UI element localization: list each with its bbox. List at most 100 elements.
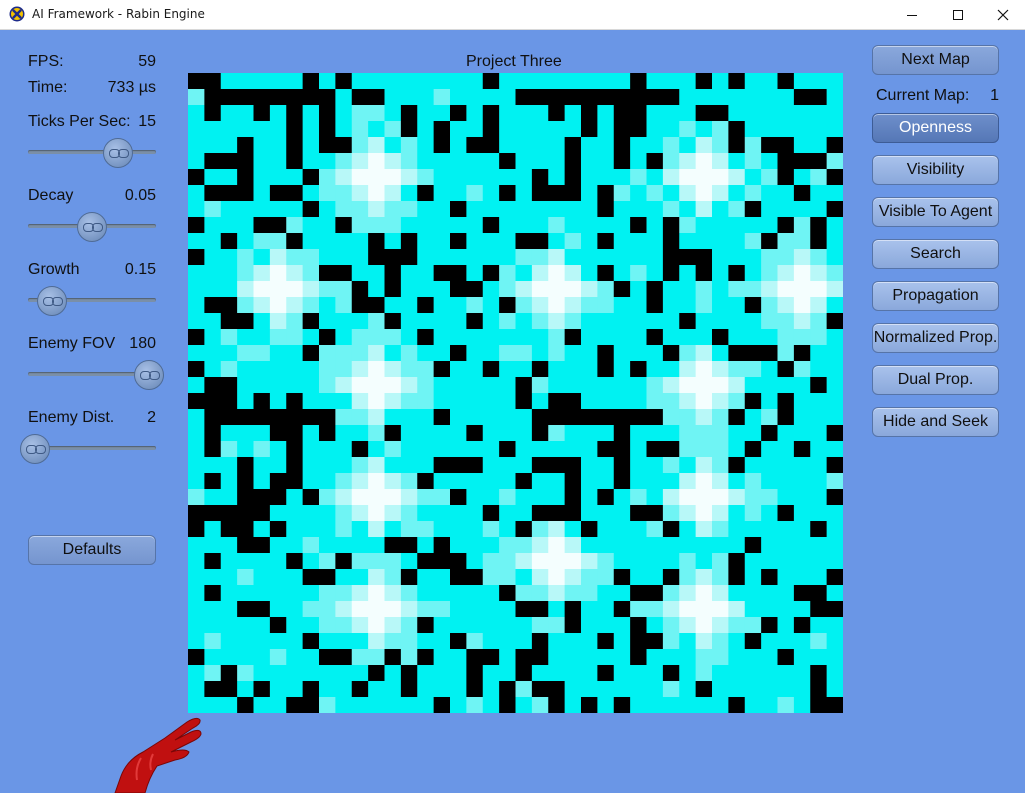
grid-cell[interactable] xyxy=(400,265,418,282)
grid-cell[interactable] xyxy=(515,697,533,714)
grid-cell[interactable] xyxy=(744,425,762,442)
grid-cell[interactable] xyxy=(351,425,369,442)
grid-cell[interactable] xyxy=(368,361,386,378)
grid-cell[interactable] xyxy=(679,153,697,170)
grid-cell[interactable] xyxy=(810,121,828,138)
grid-cell[interactable] xyxy=(564,201,582,218)
grid-cell[interactable] xyxy=(613,537,631,554)
grid-cell[interactable] xyxy=(662,473,680,490)
grid-cell[interactable] xyxy=(548,489,566,506)
grid-cell[interactable] xyxy=(613,521,631,538)
grid-cell[interactable] xyxy=(761,473,779,490)
grid-cell[interactable] xyxy=(286,313,304,330)
grid-cell[interactable] xyxy=(433,281,451,298)
grid-cell[interactable] xyxy=(335,537,353,554)
grid-cell[interactable] xyxy=(695,377,713,394)
grid-cell[interactable] xyxy=(597,153,615,170)
grid-cell[interactable] xyxy=(581,73,598,90)
grid-cell[interactable] xyxy=(548,521,566,538)
grid-cell[interactable] xyxy=(368,681,386,698)
grid-cell[interactable] xyxy=(761,553,779,570)
grid-cell[interactable] xyxy=(613,281,631,298)
grid-cell[interactable] xyxy=(335,585,353,602)
grid-cell[interactable] xyxy=(368,537,386,554)
grid-cell[interactable] xyxy=(761,249,779,266)
grid-cell[interactable] xyxy=(646,409,664,426)
grid-cell[interactable] xyxy=(433,121,451,138)
grid-cell[interactable] xyxy=(630,681,648,698)
grid-cell[interactable] xyxy=(548,265,566,282)
grid-cell[interactable] xyxy=(220,457,238,474)
grid-cell[interactable] xyxy=(630,393,648,410)
grid-cell[interactable] xyxy=(450,121,467,138)
grid-cell[interactable] xyxy=(220,569,238,586)
grid-cell[interactable] xyxy=(302,521,320,538)
grid-cell[interactable] xyxy=(302,249,320,266)
grid-cell[interactable] xyxy=(581,121,598,138)
grid-cell[interactable] xyxy=(204,649,222,666)
grid-cell[interactable] xyxy=(826,201,844,218)
grid-cell[interactable] xyxy=(466,153,484,170)
grid-cell[interactable] xyxy=(351,137,369,154)
grid-cell[interactable] xyxy=(400,601,418,618)
grid-cell[interactable] xyxy=(777,345,795,362)
grid-cell[interactable] xyxy=(646,105,664,122)
grid-cell[interactable] xyxy=(188,73,205,90)
grid-cell[interactable] xyxy=(531,473,549,490)
grid-cell[interactable] xyxy=(417,633,435,650)
grid-cell[interactable] xyxy=(810,505,828,522)
grid-cell[interactable] xyxy=(597,361,615,378)
grid-cell[interactable] xyxy=(220,409,238,426)
grid-cell[interactable] xyxy=(335,329,353,346)
grid-cell[interactable] xyxy=(728,89,746,106)
grid-cell[interactable] xyxy=(630,537,648,554)
grid-cell[interactable] xyxy=(777,281,795,298)
grid-cell[interactable] xyxy=(744,265,762,282)
grid-cell[interactable] xyxy=(662,201,680,218)
grid-cell[interactable] xyxy=(630,297,648,314)
grid-cell[interactable] xyxy=(499,121,517,138)
grid-cell[interactable] xyxy=(695,89,713,106)
grid-cell[interactable] xyxy=(662,633,680,650)
grid-cell[interactable] xyxy=(793,425,811,442)
grid-cell[interactable] xyxy=(433,153,451,170)
grid-cell[interactable] xyxy=(335,681,353,698)
grid-cell[interactable] xyxy=(646,537,664,554)
grid-cell[interactable] xyxy=(597,569,615,586)
grid-cell[interactable] xyxy=(466,649,484,666)
grid-cell[interactable] xyxy=(793,665,811,682)
grid-cell[interactable] xyxy=(482,393,500,410)
grid-cell[interactable] xyxy=(400,281,418,298)
grid-cell[interactable] xyxy=(335,185,353,202)
grid-cell[interactable] xyxy=(793,633,811,650)
grid-cell[interactable] xyxy=(744,329,762,346)
grid-cell[interactable] xyxy=(810,201,828,218)
grid-cell[interactable] xyxy=(695,313,713,330)
grid-cell[interactable] xyxy=(515,473,533,490)
grid-cell[interactable] xyxy=(335,697,353,714)
grid-cell[interactable] xyxy=(695,569,713,586)
grid-cell[interactable] xyxy=(564,681,582,698)
grid-cell[interactable] xyxy=(613,393,631,410)
grid-cell[interactable] xyxy=(515,489,533,506)
grid-cell[interactable] xyxy=(220,361,238,378)
grid-cell[interactable] xyxy=(188,377,205,394)
grid-cell[interactable] xyxy=(319,249,336,266)
grid-cell[interactable] xyxy=(646,233,664,250)
grid-cell[interactable] xyxy=(515,633,533,650)
grid-cell[interactable] xyxy=(450,105,467,122)
grid-cell[interactable] xyxy=(679,377,697,394)
grid-cell[interactable] xyxy=(777,457,795,474)
grid-cell[interactable] xyxy=(302,393,320,410)
grid-cell[interactable] xyxy=(613,633,631,650)
grid-cell[interactable] xyxy=(564,137,582,154)
grid-cell[interactable] xyxy=(777,505,795,522)
grid-cell[interactable] xyxy=(335,569,353,586)
grid-cell[interactable] xyxy=(269,297,287,314)
grid-cell[interactable] xyxy=(351,521,369,538)
grid-cell[interactable] xyxy=(384,73,402,90)
grid-cell[interactable] xyxy=(744,201,762,218)
grid-cell[interactable] xyxy=(548,425,566,442)
grid-cell[interactable] xyxy=(564,105,582,122)
grid-cell[interactable] xyxy=(662,521,680,538)
